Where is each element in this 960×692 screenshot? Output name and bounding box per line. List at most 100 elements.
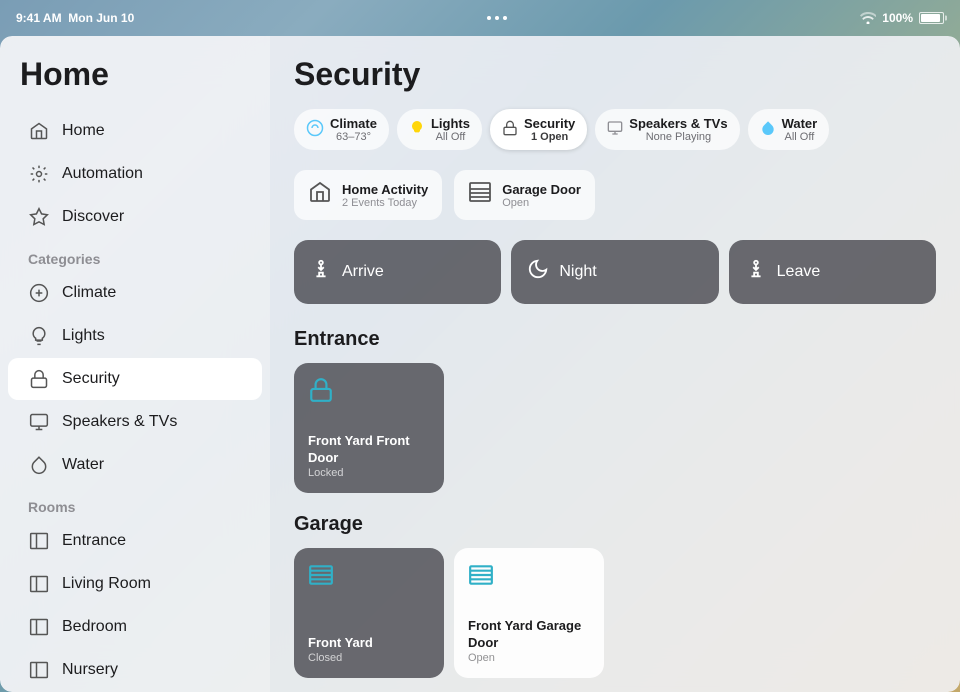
summary-row: Home Activity 2 Events Today Garage Door… — [294, 170, 936, 220]
sidebar-water-label: Water — [62, 456, 104, 474]
status-bar: 9:41 AM Mon Jun 10 100% — [0, 0, 960, 36]
arrive-icon — [310, 258, 332, 286]
home-activity-sub: 2 Events Today — [342, 197, 428, 209]
night-label: Night — [559, 263, 596, 281]
garage-door-name: Front Yard Garage Door — [468, 618, 590, 652]
sidebar-automation-label: Automation — [62, 165, 143, 183]
garage-door-card[interactable]: Front Yard Garage Door Open — [454, 548, 604, 678]
sidebar-discover-label: Discover — [62, 208, 124, 226]
sidebar-item-speakers[interactable]: Speakers & TVs — [8, 401, 262, 443]
sidebar-room-living[interactable]: Living Room — [8, 563, 262, 605]
automation-icon — [28, 163, 50, 185]
garage-door-icon — [468, 562, 590, 595]
speakers-tab-sub: None Playing — [629, 131, 727, 143]
garage-door-title: Garage Door — [502, 182, 581, 197]
sidebar-item-climate[interactable]: Climate — [8, 272, 262, 314]
garage-devices: Front Yard Closed Front Yard Garage Door… — [294, 548, 936, 678]
scene-arrive[interactable]: Arrive — [294, 240, 501, 304]
front-yard-icon — [308, 562, 430, 595]
garage-summary-icon — [468, 180, 492, 210]
page-title: Security — [294, 56, 936, 93]
scene-leave[interactable]: Leave — [729, 240, 936, 304]
main-content: Security Climate 63–73° — [270, 36, 960, 692]
leave-icon — [745, 258, 767, 286]
front-door-name: Front Yard Front Door — [308, 433, 430, 467]
rooms-label: Rooms — [0, 487, 270, 519]
security-tab-icon — [502, 120, 518, 139]
scene-night[interactable]: Night — [511, 240, 718, 304]
status-right: 100% — [860, 11, 944, 25]
water-icon — [28, 454, 50, 476]
sidebar-climate-label: Climate — [62, 284, 116, 302]
front-yard-name: Front Yard — [308, 635, 430, 652]
leave-label: Leave — [777, 263, 821, 281]
lights-tab-label: Lights — [431, 116, 470, 131]
climate-tab-sub: 63–73° — [330, 131, 377, 143]
speakers-icon — [28, 411, 50, 433]
summary-home-activity[interactable]: Home Activity 2 Events Today — [294, 170, 442, 220]
category-tabs: Climate 63–73° Lights All Off — [294, 109, 936, 150]
lights-tab-icon — [409, 120, 425, 139]
front-door-icon — [308, 377, 430, 410]
speakers-tab-label: Speakers & TVs — [629, 116, 727, 131]
entrance-devices: Front Yard Front Door Locked — [294, 363, 936, 493]
sidebar-item-discover[interactable]: Discover — [8, 196, 262, 238]
lights-icon — [28, 325, 50, 347]
tab-climate[interactable]: Climate 63–73° — [294, 109, 389, 150]
security-tab-label: Security — [524, 116, 575, 131]
sidebar-item-automation[interactable]: Automation — [8, 153, 262, 195]
sidebar-lights-label: Lights — [62, 327, 105, 345]
room-bedroom-icon — [28, 616, 50, 638]
tab-lights[interactable]: Lights All Off — [397, 109, 482, 150]
home-activity-icon — [308, 180, 332, 210]
battery-icon — [919, 12, 944, 24]
tab-speakers[interactable]: Speakers & TVs None Playing — [595, 109, 739, 150]
security-icon — [28, 368, 50, 390]
home-icon — [28, 120, 50, 142]
garage-section-title: Garage — [294, 513, 936, 536]
status-center — [487, 16, 507, 20]
front-door-card[interactable]: Front Yard Front Door Locked — [294, 363, 444, 493]
dot-3 — [503, 16, 507, 20]
dot-2 — [495, 16, 499, 20]
climate-tab-icon — [306, 119, 324, 140]
sidebar-item-lights[interactable]: Lights — [8, 315, 262, 357]
sidebar-room-entrance[interactable]: Entrance — [8, 520, 262, 562]
speakers-tab-icon — [607, 120, 623, 139]
dot-1 — [487, 16, 491, 20]
garage-door-status: Open — [468, 652, 590, 664]
entrance-section-title: Entrance — [294, 328, 936, 351]
climate-icon — [28, 282, 50, 304]
summary-garage-door[interactable]: Garage Door Open — [454, 170, 595, 220]
battery-fill — [921, 14, 940, 22]
room-living-icon — [28, 573, 50, 595]
climate-tab-label: Climate — [330, 116, 377, 131]
water-tab-sub: All Off — [782, 131, 818, 143]
sidebar-item-home[interactable]: Home — [8, 110, 262, 152]
sidebar-room-nursery[interactable]: Nursery — [8, 649, 262, 691]
sidebar-item-water[interactable]: Water — [8, 444, 262, 486]
sidebar-item-security[interactable]: Security — [8, 358, 262, 400]
sidebar-security-label: Security — [62, 370, 120, 388]
night-icon — [527, 258, 549, 286]
status-time: 9:41 AM Mon Jun 10 — [16, 11, 134, 25]
discover-icon — [28, 206, 50, 228]
lights-tab-sub: All Off — [431, 131, 470, 143]
sidebar-living-label: Living Room — [62, 575, 151, 593]
tab-water[interactable]: Water All Off — [748, 109, 830, 150]
wifi-icon — [860, 12, 876, 24]
scene-row: Arrive Night Leave — [294, 240, 936, 304]
sidebar-speakers-label: Speakers & TVs — [62, 413, 177, 431]
front-door-status: Locked — [308, 467, 430, 479]
sidebar-home-label: Home — [62, 122, 105, 140]
water-tab-label: Water — [782, 116, 818, 131]
sidebar: Home Home Automation — [0, 36, 270, 692]
room-entrance-icon — [28, 530, 50, 552]
sidebar-nursery-label: Nursery — [62, 661, 118, 679]
sidebar-entrance-label: Entrance — [62, 532, 126, 550]
tab-security[interactable]: Security 1 Open — [490, 109, 587, 150]
battery-tip — [945, 16, 947, 21]
front-yard-card[interactable]: Front Yard Closed — [294, 548, 444, 678]
water-tab-icon — [760, 120, 776, 139]
sidebar-room-bedroom[interactable]: Bedroom — [8, 606, 262, 648]
